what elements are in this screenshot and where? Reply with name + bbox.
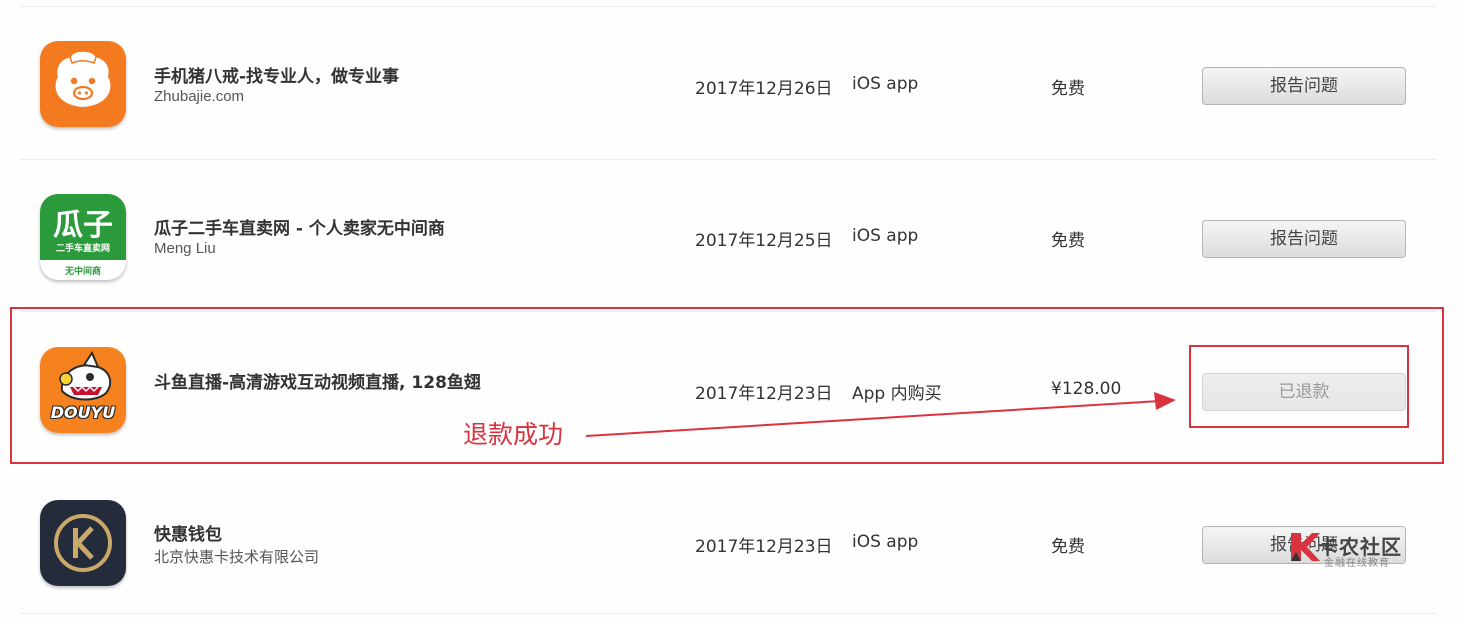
app-developer[interactable]: Zhubajie.com: [154, 88, 244, 105]
purchase-row: 瓜子 二手车直卖网 无中间商 瓜子二手车直卖网 - 个人卖家无中间商 Meng …: [0, 160, 1465, 310]
purchase-price: 免费: [1051, 79, 1085, 99]
highlight-box-button: [1189, 345, 1409, 428]
purchase-row: 手机猪八戒-找专业人，做专业事 Zhubajie.com 2017年12月26日…: [0, 8, 1465, 158]
purchase-row: 快惠钱包 北京快惠卡技术有限公司 2017年12月23日 iOS app 免费 …: [0, 464, 1465, 614]
guazi-icon-line-text: 二手车直卖网: [55, 244, 110, 254]
guazi-icon-main-text: 瓜子: [53, 208, 113, 243]
guazi-logo-icon[interactable]: 瓜子 二手车直卖网 无中间商: [40, 194, 126, 280]
purchase-date: 2017年12月25日: [695, 231, 833, 251]
watermark-subtitle: 金融在线教育: [1324, 558, 1390, 569]
annotation-text: 退款成功: [463, 420, 564, 449]
app-developer[interactable]: 北京快惠卡技术有限公司: [154, 546, 319, 567]
report-problem-button[interactable]: 报告问题: [1202, 67, 1406, 105]
row-divider: [20, 6, 1437, 7]
purchase-type: iOS app: [852, 532, 919, 552]
report-problem-button[interactable]: 报告问题: [1202, 220, 1406, 258]
purchase-price: 免费: [1051, 231, 1085, 251]
app-title[interactable]: 快惠钱包: [154, 520, 222, 545]
app-title[interactable]: 瓜子二手车直卖网 - 个人卖家无中间商: [154, 214, 445, 239]
purchase-type: iOS app: [852, 74, 919, 94]
guazi-icon-band-text: 无中间商: [64, 267, 101, 277]
watermark: 卡农社区 金融在线教育: [1288, 528, 1408, 569]
app-title[interactable]: 手机猪八戒-找专业人，做专业事: [154, 62, 399, 87]
app-developer[interactable]: Meng Liu: [154, 240, 216, 257]
purchase-price: 免费: [1051, 537, 1085, 557]
watermark-logo-icon: [1291, 533, 1320, 561]
zhubajie-pig-icon[interactable]: [40, 41, 126, 127]
purchase-date: 2017年12月23日: [695, 537, 833, 557]
purchase-date: 2017年12月26日: [695, 79, 833, 99]
kuaihui-k-icon[interactable]: [40, 500, 126, 586]
purchase-type: iOS app: [852, 226, 919, 246]
